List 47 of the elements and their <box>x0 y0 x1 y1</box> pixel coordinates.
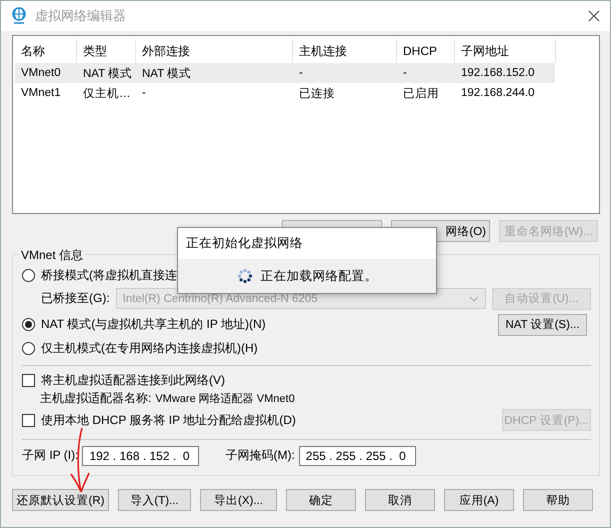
radio-button[interactable] <box>22 268 35 282</box>
table-cell-text: - <box>298 67 304 79</box>
checkbox-label: 使用本地 DHCP 服务将 IP 地址分配给虚拟机(D) <box>41 412 297 429</box>
window-title: 虚拟网络编辑器 <box>35 7 127 25</box>
dialog-button[interactable]: 确定 <box>286 489 356 511</box>
table-cell-text: 192.168.152.0 <box>460 67 536 79</box>
subnet-ip-label: 子网 IP (I): <box>22 447 78 464</box>
dialog-button[interactable]: 帮助 <box>523 489 593 511</box>
nat-settings-button[interactable]: NAT 设置(S)... <box>498 314 587 336</box>
progress-message: 正在加载网络配置。 <box>260 268 378 284</box>
table-cell-text: NAT 模式 <box>141 66 192 80</box>
table-cell-text: NAT 模式 <box>82 66 134 80</box>
spinner-icon <box>236 268 252 284</box>
dialog-button[interactable]: 还原默认设置(R) <box>12 489 109 511</box>
radio-button[interactable] <box>22 342 35 355</box>
globe-icon <box>11 7 27 25</box>
adapter-name-label: 主机虚拟适配器名称: <box>40 390 152 408</box>
table-cell-text: 已启用 <box>402 86 440 100</box>
checkbox[interactable] <box>22 414 35 427</box>
network-row[interactable]: VMnet0 NAT 模式 NAT 模式 - - 192.168.152.0 <box>15 63 555 83</box>
group-title: VMnet 信息 <box>19 247 86 264</box>
dialog-button[interactable]: 应用(A) <box>444 489 514 511</box>
dialog-button[interactable]: 导出(X)... <box>200 489 277 511</box>
radio-label: 桥接模式(将虚拟机直接连 <box>41 266 177 284</box>
table-cell-text: 192.168.244.0 <box>460 87 536 99</box>
close-icon[interactable] <box>588 10 600 22</box>
table-cell-text: VMnet1 <box>20 87 62 99</box>
network-row[interactable]: VMnet1 仅主机… - 已连接 已启用 192.168.244.0 <box>15 83 555 103</box>
checkbox-label: 将主机虚拟适配器连接到此网络(V) <box>41 372 225 389</box>
checkbox[interactable] <box>22 374 35 387</box>
radio-label: NAT 模式(与虚拟机共享主机的 IP 地址)(N) <box>41 316 267 334</box>
subnet-ip-field[interactable]: 192 . 168 . 152 . 0 <box>82 446 200 466</box>
radio-button[interactable] <box>22 318 35 332</box>
table-cell-text: 已连接 <box>298 86 336 100</box>
table-cell-text: - <box>141 87 147 99</box>
subnet-mask-field[interactable]: 255 . 255 . 255 . 0 <box>298 446 416 466</box>
table-cell-text: 仅主机… <box>82 86 132 100</box>
table-cell-text: - <box>402 67 408 79</box>
adapter-name-value: VMware 网络适配器 VMnet0 <box>155 392 295 406</box>
chevron-icon <box>469 296 479 302</box>
progress-title: 正在初始化虚拟网络 <box>178 228 436 259</box>
dialog-button[interactable]: 取消 <box>365 489 435 511</box>
radio-label: 仅主机模式(在专用网络内连接虚拟机)(H) <box>41 340 258 357</box>
dialog-button[interactable]: 导入(T)... <box>118 489 191 511</box>
bridged-to-label: 已桥接至(G): <box>41 290 110 308</box>
subnet-mask-label: 子网掩码(M): <box>225 447 295 464</box>
table-cell-text: VMnet0 <box>20 67 62 79</box>
